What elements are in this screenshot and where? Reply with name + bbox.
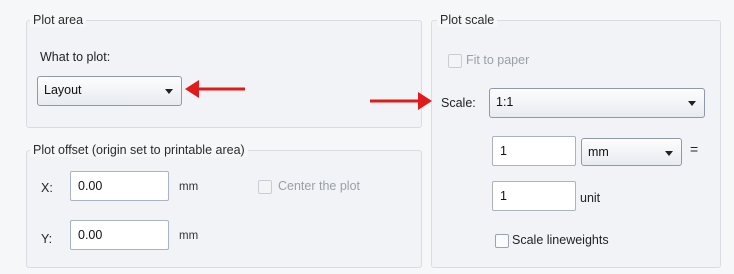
y-offset-input[interactable] — [70, 220, 169, 250]
y-offset-label: Y: — [41, 232, 53, 246]
scale-lineweights-label: Scale lineweights — [512, 233, 609, 247]
chevron-down-icon — [665, 151, 673, 156]
plot-area-title: Plot area — [30, 13, 87, 27]
annotation-arrow-left-icon — [185, 80, 245, 98]
x-offset-input[interactable] — [70, 171, 169, 201]
center-plot-checkbox[interactable] — [258, 180, 272, 194]
fit-to-paper-label: Fit to paper — [466, 53, 530, 67]
plot-area-group — [26, 20, 422, 128]
scale-dropdown[interactable]: 1:1 — [489, 88, 705, 118]
x-offset-unit: mm — [179, 181, 199, 193]
paper-units-dropdown[interactable]: mm — [581, 138, 682, 166]
what-to-plot-value: Layout — [44, 83, 82, 97]
paper-units-input[interactable] — [492, 136, 576, 166]
plot-offset-title: Plot offset (origin set to printable are… — [30, 143, 248, 157]
what-to-plot-dropdown[interactable]: Layout — [37, 76, 182, 106]
scale-label: Scale: — [441, 96, 476, 110]
what-to-plot-label: What to plot: — [40, 50, 111, 64]
paper-units-unit: mm — [588, 145, 609, 159]
drawing-units-input[interactable] — [492, 181, 576, 211]
chevron-down-icon — [688, 101, 696, 106]
annotation-arrow-right-icon — [370, 92, 432, 110]
equals-sign: = — [690, 141, 699, 157]
plot-offset-group — [26, 150, 422, 268]
plot-settings-panel: Plot area What to plot: Layout Plot offs… — [0, 0, 734, 274]
y-offset-unit: mm — [179, 230, 199, 242]
center-plot-label: Center the plot — [278, 179, 360, 193]
scale-value: 1:1 — [496, 95, 514, 109]
chevron-down-icon — [165, 89, 173, 94]
drawing-units-unit: unit — [580, 191, 601, 205]
scale-lineweights-checkbox[interactable] — [495, 234, 509, 248]
x-offset-label: X: — [41, 181, 53, 195]
plot-scale-title: Plot scale — [437, 13, 498, 27]
fit-to-paper-checkbox[interactable] — [448, 54, 462, 68]
